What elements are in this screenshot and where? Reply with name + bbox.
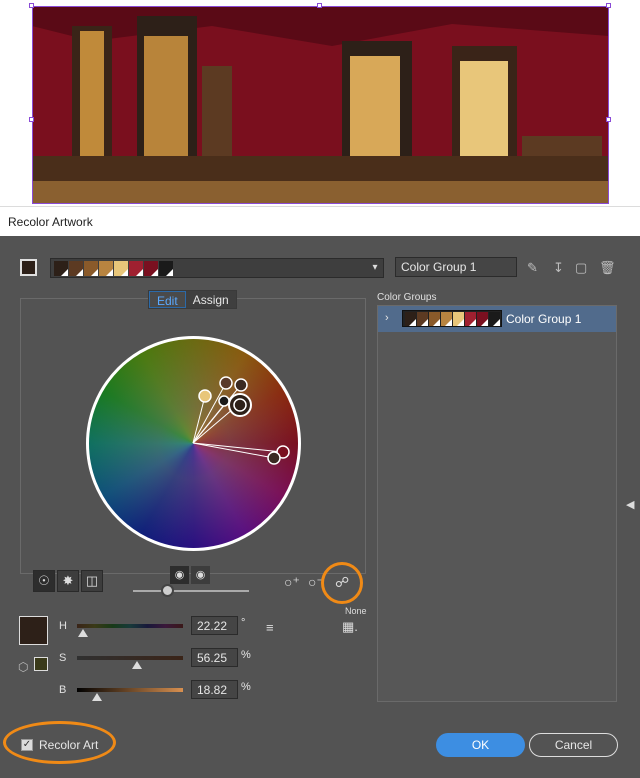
highlight-circle [3, 721, 116, 764]
brightness-icon[interactable]: ◉ [170, 566, 189, 584]
selection-handle[interactable] [29, 117, 34, 122]
trash-icon[interactable]: 🗑 [599, 260, 616, 276]
active-color-swatch[interactable] [19, 616, 48, 645]
color-chip[interactable] [84, 261, 98, 276]
selection-handle[interactable] [29, 3, 34, 8]
color-handles-overlay[interactable] [86, 336, 301, 551]
color-chip[interactable] [54, 261, 68, 276]
recolor-artwork-dialog: ▾ Color Group 1 ✎ ↧ ▢ 🗑 Edit Assign ☉ ✸ … [0, 236, 640, 778]
color-chip [405, 312, 416, 326]
color-handle[interactable] [267, 451, 281, 465]
add-color-tool-icon[interactable]: ○⁺ [284, 574, 300, 591]
color-chip[interactable] [114, 261, 128, 276]
color-handle[interactable] [234, 378, 248, 392]
color-chip[interactable] [69, 261, 83, 276]
color-chip [465, 312, 476, 326]
color-handle[interactable] [219, 376, 233, 390]
saturation-value-field[interactable]: 56.25 [191, 648, 238, 667]
color-handle[interactable] [218, 395, 230, 407]
hue-unit: ° [241, 617, 246, 629]
color-groups-heading: Color Groups [377, 292, 437, 303]
highlight-circle [321, 562, 363, 604]
selection-handle[interactable] [317, 3, 322, 8]
color-handle[interactable] [198, 389, 212, 403]
saturation-unit: % [241, 649, 251, 661]
smooth-wheel-icon[interactable]: ☉ [33, 570, 55, 592]
wheel-mode-buttons: ☉ ✸ ◫ [33, 570, 103, 592]
color-groups-panel [377, 305, 617, 702]
color-group-row[interactable]: › Color Group 1 [378, 306, 616, 332]
brightness-value-field[interactable]: 18.82 [191, 680, 238, 699]
tab-edit[interactable]: Edit [149, 291, 186, 308]
harmony-colors-strip[interactable] [50, 258, 384, 278]
color-chip[interactable] [144, 261, 158, 276]
panel-menu-icon[interactable]: ≡ [266, 620, 274, 635]
color-group-swatches [402, 310, 502, 327]
current-color-swatch[interactable] [20, 259, 37, 276]
selection-handle[interactable] [606, 117, 611, 122]
folder-icon[interactable]: ▢ [575, 260, 587, 276]
brightness-slider-track[interactable] [133, 590, 249, 592]
color-chip [429, 312, 440, 326]
saturation-label: S [59, 652, 67, 664]
color-handle[interactable] [233, 398, 247, 412]
color-chip [489, 312, 500, 326]
tab-assign[interactable]: Assign [186, 291, 236, 308]
hue-slider-thumb[interactable] [78, 629, 88, 637]
harmony-dropdown-chevron-icon[interactable]: ▾ [366, 258, 384, 278]
brightness-slider-thumb[interactable] [161, 584, 174, 597]
ok-button[interactable]: OK [436, 733, 525, 757]
color-chip[interactable] [159, 261, 173, 276]
brightness-unit: % [241, 681, 251, 693]
artwork-selection-frame [32, 6, 609, 204]
hue-label: H [59, 620, 67, 632]
gamut-color-swatch[interactable] [34, 657, 48, 671]
cancel-button[interactable]: Cancel [529, 733, 618, 757]
save-icon[interactable]: ↧ [553, 260, 564, 276]
out-of-gamut-cube-icon[interactable]: ⬡ [18, 660, 28, 674]
dialog-titlebar: Recolor Artwork [0, 206, 640, 236]
expand-chevron-icon[interactable]: › [385, 312, 389, 324]
saturation-slider-thumb[interactable] [132, 661, 142, 669]
collapse-panel-arrow-icon[interactable]: ◀ [626, 498, 634, 511]
color-group-name-field[interactable]: Color Group 1 [395, 257, 517, 277]
hue-slider-track[interactable] [77, 624, 183, 628]
brightness-value-slider-track[interactable] [77, 688, 183, 692]
saturation-icon[interactable]: ◉ [191, 566, 210, 584]
brightness-value-slider-thumb[interactable] [92, 693, 102, 701]
eyedropper-icon[interactable]: ✎ [527, 260, 538, 276]
saturation-slider-track[interactable] [77, 656, 183, 660]
color-chip [417, 312, 428, 326]
selection-handle[interactable] [606, 3, 611, 8]
brightness-label: B [59, 684, 67, 696]
color-chip [477, 312, 488, 326]
screen: Recolor Artwork ▾ Color Group 1 ✎ ↧ ▢ 🗑 … [0, 0, 640, 778]
color-bars-icon[interactable]: ◫ [81, 570, 103, 592]
color-chip [441, 312, 452, 326]
color-group-name: Color Group 1 [506, 312, 582, 326]
color-chip[interactable] [129, 261, 143, 276]
none-label: None [345, 606, 367, 616]
display-toggle: ◉ ◉ [170, 566, 210, 586]
limit-swatch-library-icon[interactable]: ▦. [342, 619, 358, 635]
segmented-wheel-icon[interactable]: ✸ [57, 570, 79, 592]
color-chip[interactable] [99, 261, 113, 276]
edit-assign-tabs: Edit Assign [148, 290, 237, 309]
color-chip [453, 312, 464, 326]
dialog-title: Recolor Artwork [8, 215, 93, 229]
hue-value-field[interactable]: 22.22 [191, 616, 238, 635]
